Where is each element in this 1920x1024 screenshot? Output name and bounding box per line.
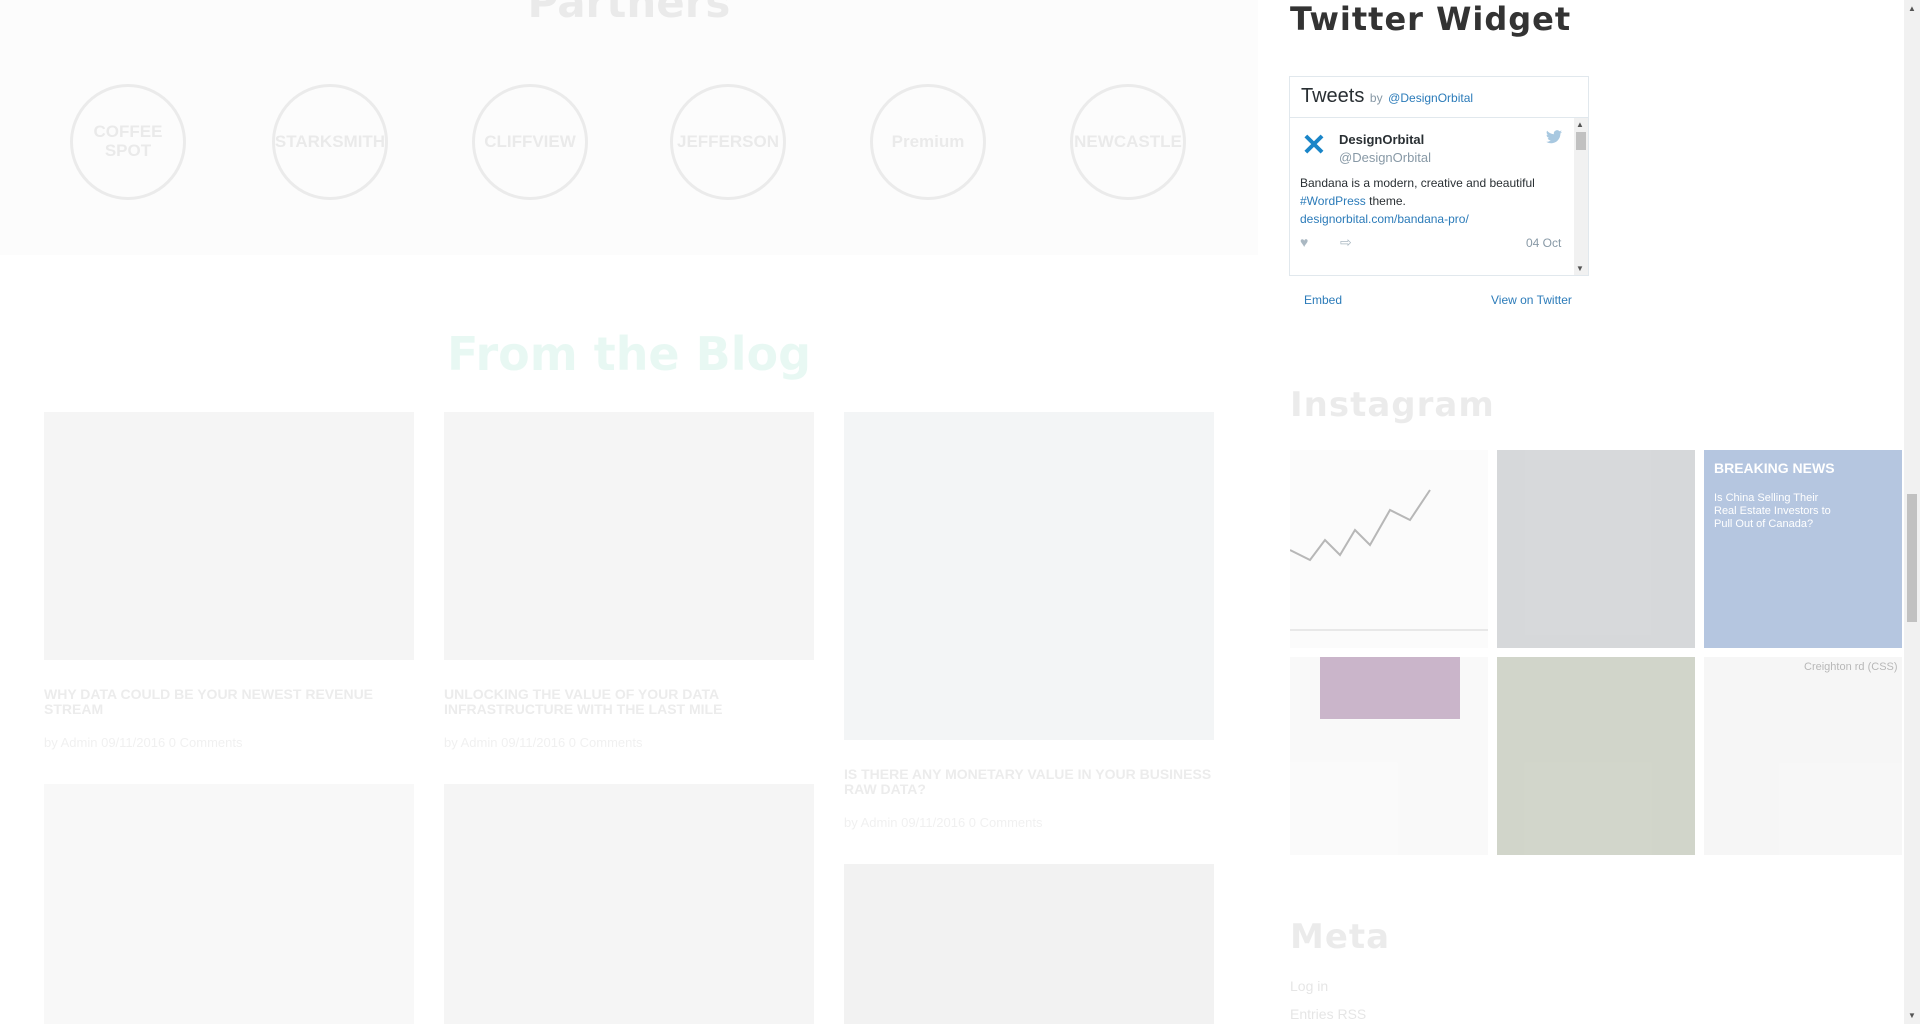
scroll-down-arrow-icon[interactable]: ▼ [1908,1011,1916,1020]
breaking-news-label: BREAKING NEWS [1714,460,1835,476]
blog-title: From the Blog [446,327,812,381]
partner-logo: JEFFERSON [670,84,786,200]
post-image[interactable] [444,412,814,660]
post-title[interactable]: UNLOCKING THE VALUE OF YOUR DATA INFRAST… [444,687,814,717]
tweets-header: Tweets by @DesignOrbital [1301,85,1473,108]
instagram-photo[interactable] [1497,657,1695,855]
post-image[interactable] [844,412,1214,740]
meta-title: Meta [1290,917,1391,957]
by-label: by [1369,91,1383,105]
hashtag-link[interactable]: #WordPress [1300,194,1366,208]
partner-logo: NEWCASTLE [1070,84,1186,200]
tweet-text-line: Bandana is a modern, creative and beauti… [1300,176,1535,190]
scroll-up-arrow-icon[interactable]: ▲ [1908,4,1916,13]
partners-band [0,0,1258,255]
partner-logo: Premium [870,84,986,200]
tweet-author-name[interactable]: DesignOrbital [1339,132,1424,147]
scroll-up-arrow-icon[interactable]: ▲ [1576,120,1584,129]
post-title[interactable]: WHY DATA COULD BE YOUR NEWEST REVENUE ST… [44,687,414,717]
tweet-url-link[interactable]: designorbital.com/bandana-pro/ [1300,212,1469,226]
partner-logo: COFFEE SPOT [70,84,186,200]
instagram-photo[interactable] [1290,657,1488,855]
heart-icon[interactable]: ♥ [1300,234,1308,250]
tweet-date[interactable]: 04 Oct [1526,236,1561,250]
partners-title: Partners [527,0,731,27]
x-logo-icon[interactable]: ✕ [1300,131,1328,161]
twitter-handle-link[interactable]: @DesignOrbital [1388,91,1473,105]
embed-link[interactable]: Embed [1304,293,1342,307]
timeline-scrollbar[interactable]: ▲ ▼ [1574,118,1588,275]
post-title[interactable]: IS THERE ANY MONETARY VALUE IN YOUR BUSI… [844,767,1214,797]
instagram-photo[interactable]: BREAKING NEWS Is China Selling Their Rea… [1704,450,1902,648]
instagram-photo[interactable] [1289,450,1488,648]
share-icon[interactable]: ⇨ [1340,234,1352,251]
scroll-thumb[interactable] [1576,132,1586,150]
listing-title: Creighton rd (CSS) [1804,661,1898,673]
instagram-photo[interactable]: Creighton rd (CSS) [1704,657,1902,855]
post-image[interactable] [44,412,414,660]
view-on-twitter-link[interactable]: View on Twitter [1491,293,1572,307]
tweet: ✕ DesignOrbital @DesignOrbital Bandana i… [1290,118,1575,268]
tweet-author-handle[interactable]: @DesignOrbital [1339,150,1431,165]
twitter-widget-title: Twitter Widget [1290,0,1572,38]
twitter-bird-icon[interactable] [1546,130,1562,147]
instagram-title: Instagram [1290,385,1495,425]
post-meta: by Admin 09/11/2016 0 Comments [844,815,1043,830]
page-scroll-thumb[interactable] [1907,494,1917,622]
tweet-text: Bandana is a modern, creative and beauti… [1300,174,1565,228]
post-image[interactable] [44,784,414,1024]
meta-link-login[interactable]: Log in [1290,978,1328,994]
meta-link-entries-rss[interactable]: Entries RSS [1290,1006,1366,1022]
scroll-down-arrow-icon[interactable]: ▼ [1576,264,1584,273]
flyer-banner [1320,657,1460,719]
instagram-grid: BREAKING NEWS Is China Selling Their Rea… [1289,450,1902,858]
tweets-label: Tweets [1301,85,1365,107]
page-scrollbar[interactable]: ▲ ▼ [1904,0,1920,1024]
post-meta: by Admin 09/11/2016 0 Comments [444,735,643,750]
post-image[interactable] [444,784,814,1024]
tweet-text-line: theme. [1365,194,1406,208]
instagram-photo[interactable] [1497,450,1695,648]
twitter-timeline: Tweets by @DesignOrbital ✕ DesignOrbital… [1289,76,1589,276]
partner-logo: STARKSMITH [272,84,388,200]
post-image[interactable] [844,864,1214,1024]
partner-logo: CLIFFVIEW [472,84,588,200]
news-headline: Is China Selling Their Real Estate Inves… [1714,492,1831,530]
post-meta: by Admin 09/11/2016 0 Comments [44,735,243,750]
